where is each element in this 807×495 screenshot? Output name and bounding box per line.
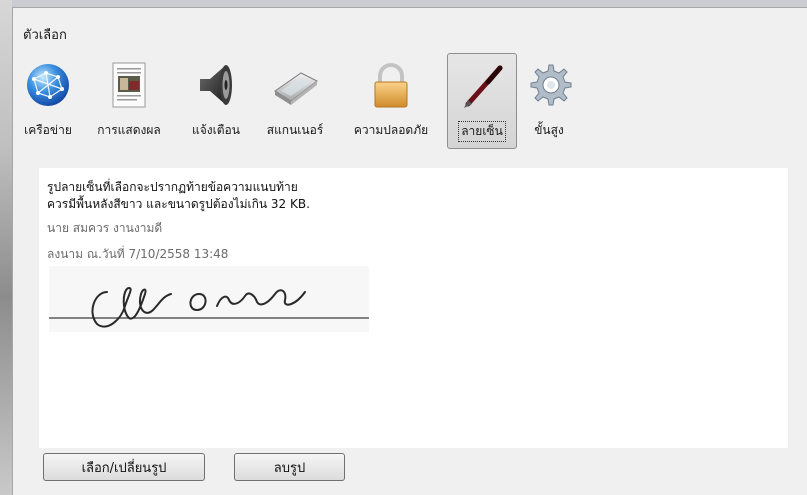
tab-signature-label: ลายเซ็น (458, 121, 506, 142)
speaker-icon (200, 65, 232, 105)
tab-advanced[interactable]: ขั้นสูง (521, 53, 577, 149)
tab-network-label: เครือข่าย (24, 123, 72, 137)
tab-notify-label: แจ้งเตือน (192, 123, 240, 137)
gear-icon (530, 64, 572, 106)
tab-display[interactable]: การแสดงผล (83, 53, 175, 149)
options-toolbar: เครือข่าย การแสดงผล แจ้งเตือน สแกนเนอร์ … (19, 53, 804, 149)
tab-signature[interactable]: ลายเซ็น (447, 53, 517, 149)
globe-network-icon (27, 64, 69, 106)
delete-image-button[interactable]: ลบรูป (234, 453, 345, 481)
tab-security-label: ความปลอดภัย (353, 123, 429, 137)
padlock-icon (374, 63, 408, 108)
document-image-icon (112, 62, 146, 108)
tab-network[interactable]: เครือข่าย (19, 53, 77, 149)
tab-scanner-label: สแกนเนอร์ (266, 123, 324, 137)
options-window: ตัวเลือก เครือข่าย การแสดงผล แจ้งเตือน ส… (12, 7, 807, 495)
signature-image (49, 266, 369, 332)
scanner-icon (274, 72, 318, 105)
instruction-line-2: ควรมีพื้นหลังสีขาว และขนาดรูปต้องไม่เกิน… (47, 197, 310, 211)
background-window-edge (0, 0, 12, 495)
tab-security[interactable]: ความปลอดภัย (339, 53, 443, 149)
choose-image-button[interactable]: เลือก/เปลี่ยนรูป (43, 453, 205, 481)
signature-panel: รูปลายเซ็นที่เลือกจะปรากฏท้ายข้อความแนบท… (39, 168, 788, 448)
tab-scanner[interactable]: สแกนเนอร์ (255, 53, 335, 149)
fountain-pen-icon (464, 65, 503, 108)
window-title: ตัวเลือก (23, 28, 67, 43)
tab-notify[interactable]: แจ้งเตือน (179, 53, 253, 149)
tab-display-label: การแสดงผล (97, 123, 161, 137)
signed-timestamp: ลงนาม ณ.วันที่ 7/10/2558 13:48 (47, 247, 229, 261)
signer-name: นาย สมควร งานงามดี (47, 221, 163, 235)
tab-advanced-label: ขั้นสูง (534, 123, 564, 137)
